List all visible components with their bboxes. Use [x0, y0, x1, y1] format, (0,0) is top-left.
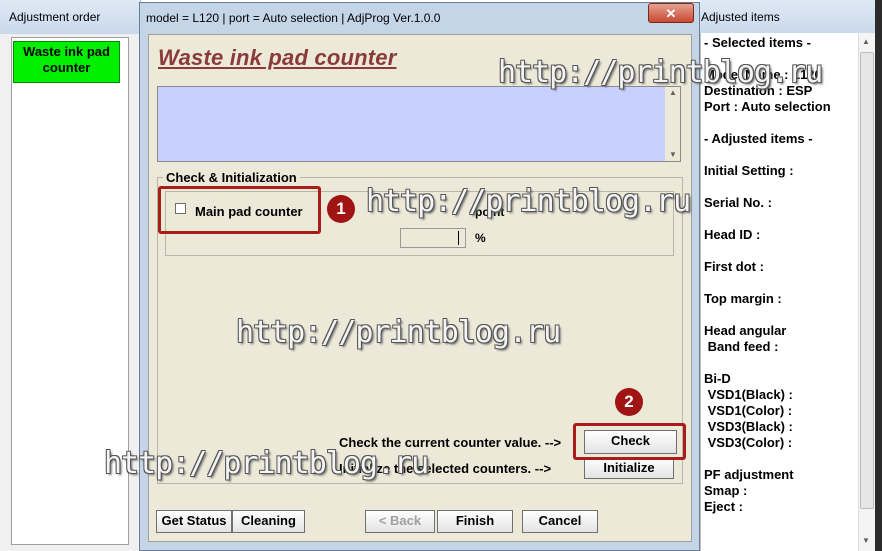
right-line-6: Serial No. :: [704, 195, 772, 210]
scrollbar-thumb[interactable]: [860, 52, 874, 509]
get-status-button[interactable]: Get Status: [156, 510, 232, 533]
page-title: Waste ink pad counter: [158, 45, 397, 70]
counter-percent-field: [400, 228, 466, 248]
right-line-0: - Selected items -: [704, 35, 811, 50]
right-line-15: VSD3(Black) :: [704, 419, 793, 434]
desc-scroll-down-icon[interactable]: ▼: [669, 150, 677, 159]
right-line-7: Head ID :: [704, 227, 761, 242]
cleaning-button[interactable]: Cleaning: [232, 510, 305, 533]
right-line-10: Head angular: [704, 323, 787, 338]
scroll-up-icon[interactable]: ▲: [862, 37, 870, 46]
right-line-13: VSD1(Black) :: [704, 387, 793, 402]
field-caret: [458, 231, 459, 245]
step-badge-1: 1: [327, 195, 355, 223]
step-badge-2: 2: [615, 388, 643, 416]
right-line-8: First dot :: [704, 259, 764, 274]
highlight-check-button: [573, 423, 686, 460]
watermark-text: http://printblog.ru: [498, 55, 823, 90]
right-line-17: PF adjustment: [704, 467, 794, 482]
watermark-text: http://printblog.ru: [366, 184, 691, 219]
highlight-main-pad-counter: [158, 186, 321, 234]
watermark-text: http://printblog.ru: [236, 315, 561, 350]
right-line-16: VSD3(Color) :: [704, 435, 793, 450]
right-line-4: - Adjusted items -: [704, 131, 813, 146]
window-edge: [875, 0, 882, 551]
item-label-line2: counter: [42, 60, 91, 75]
watermark-text: http://printblog.ru: [104, 446, 429, 481]
right-line-11: Band feed :: [704, 339, 779, 354]
initialize-button[interactable]: Initialize: [584, 457, 674, 479]
right-line-18: Smap :: [704, 483, 748, 498]
percent-label: %: [475, 231, 486, 245]
back-button[interactable]: < Back: [365, 510, 435, 533]
waste-ink-pad-counter-item[interactable]: Waste ink pad counter: [13, 41, 120, 83]
right-line-12: Bi-D: [704, 371, 731, 386]
adjustment-order-title: Adjustment order: [9, 10, 101, 24]
right-line-5: Initial Setting :: [704, 163, 794, 178]
description-box: [157, 86, 681, 162]
group-label: Check & Initialization: [163, 170, 300, 185]
right-line-3: Port : Auto selection: [704, 99, 831, 114]
close-button[interactable]: ✕: [648, 3, 694, 23]
close-icon: ✕: [665, 6, 677, 21]
cancel-button[interactable]: Cancel: [522, 510, 598, 533]
dialog-title: model = L120 | port = Auto selection | A…: [146, 11, 441, 25]
item-label-line1: Waste ink pad: [23, 44, 110, 59]
right-line-14: VSD1(Color) :: [704, 403, 793, 418]
adjusted-items-title: Adjusted items: [701, 10, 780, 24]
right-line-9: Top margin :: [704, 291, 782, 306]
scroll-down-icon[interactable]: ▼: [862, 536, 870, 545]
finish-button[interactable]: Finish: [437, 510, 513, 533]
right-line-19: Eject :: [704, 499, 744, 514]
